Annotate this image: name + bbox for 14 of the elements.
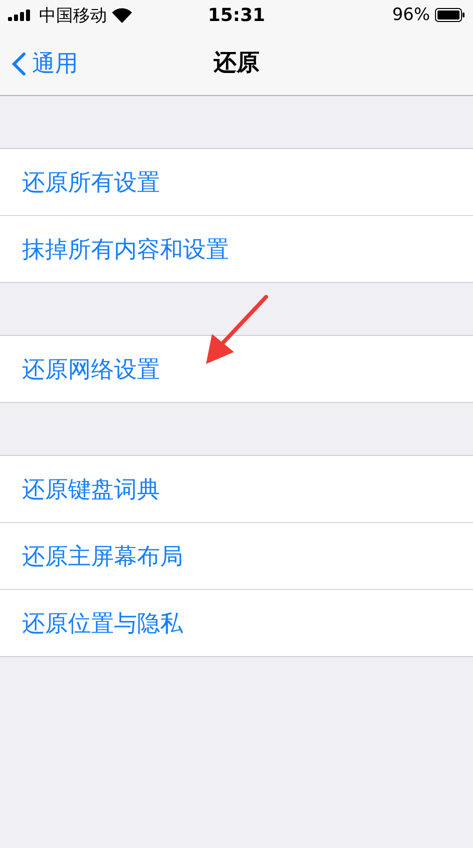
reset-option[interactable]: 还原键盘词典: [22, 474, 160, 504]
reset-option[interactable]: 还原位置与隐私: [22, 608, 183, 638]
battery-percent: 96%: [392, 5, 430, 25]
back-button[interactable]: 通用: [8, 44, 82, 83]
reset-option[interactable]: 还原网络设置: [22, 354, 160, 384]
chevron-icon: [12, 52, 26, 76]
battery-icon: [434, 8, 465, 22]
reset-option[interactable]: 还原所有设置: [22, 166, 160, 198]
wifi-icon: [112, 8, 132, 22]
carrier-name: 中国移动: [39, 4, 107, 26]
reset-option[interactable]: 还原主屏幕布局: [22, 540, 183, 572]
clock-time: 15:31: [208, 4, 266, 26]
nav-title: 还原: [214, 49, 260, 78]
reset-option[interactable]: 抹掉所有内容和设置: [22, 234, 229, 264]
